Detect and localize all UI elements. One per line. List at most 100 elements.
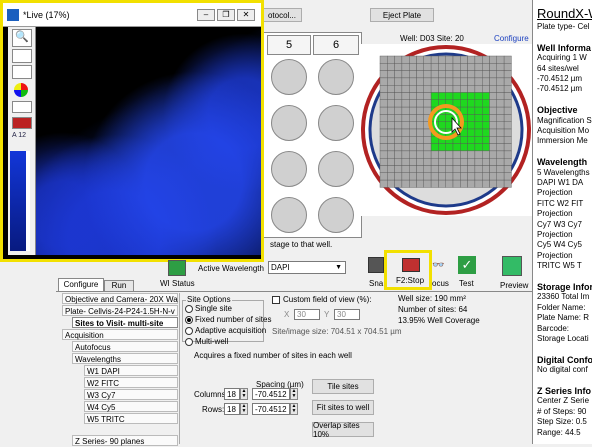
tree-item[interactable]: Plate- Cellvis-24-P24-1.5H-N-v: [62, 305, 178, 316]
site-cell[interactable]: [430, 157, 439, 166]
site-cell[interactable]: [467, 55, 476, 64]
site-cell[interactable]: [394, 150, 403, 159]
site-cell[interactable]: [409, 179, 417, 188]
site-cell[interactable]: [394, 165, 403, 174]
columns-spacing-stepper[interactable]: ▲ ▼: [290, 388, 298, 400]
site-cell[interactable]: [394, 136, 403, 144]
site-cell[interactable]: [452, 179, 461, 188]
site-cell[interactable]: [379, 150, 388, 159]
site-cell[interactable]: [416, 114, 425, 122]
rows-input[interactable]: 18: [224, 403, 240, 415]
site-cell[interactable]: [394, 157, 403, 166]
site-cell[interactable]: [481, 70, 490, 79]
site-cell[interactable]: [409, 55, 417, 64]
eject-plate-button[interactable]: Eject Plate: [370, 8, 434, 22]
adaptive-radio[interactable]: [185, 327, 193, 335]
site-cell[interactable]: [430, 99, 439, 108]
site-cell[interactable]: [423, 179, 432, 188]
site-cell[interactable]: [438, 157, 446, 166]
site-cell[interactable]: [387, 128, 395, 137]
site-cell[interactable]: [496, 55, 505, 64]
overlap-sites-button[interactable]: Overlap sites 10%: [312, 421, 374, 439]
site-cell[interactable]: [423, 55, 432, 64]
site-cell[interactable]: [438, 85, 446, 93]
site-cell[interactable]: [430, 150, 439, 159]
custom-fov-checkbox[interactable]: [272, 296, 280, 304]
tree-item[interactable]: W5 TRITC: [84, 413, 178, 424]
site-cell[interactable]: [423, 99, 432, 108]
site-cell[interactable]: [409, 63, 417, 71]
site-cell[interactable]: [394, 55, 403, 64]
plate-well[interactable]: [271, 59, 307, 95]
site-cell[interactable]: [430, 77, 439, 86]
site-cell[interactable]: [481, 150, 490, 159]
site-cell[interactable]: [460, 77, 468, 86]
site-cell[interactable]: [460, 157, 468, 166]
site-cell[interactable]: [452, 70, 461, 79]
site-cell[interactable]: [438, 63, 446, 71]
site-cell[interactable]: [394, 106, 403, 115]
site-cell[interactable]: [394, 128, 403, 137]
site-cell[interactable]: [503, 172, 512, 181]
tab-run[interactable]: Run: [104, 280, 134, 291]
site-cell[interactable]: [409, 114, 417, 122]
site-cell[interactable]: [474, 85, 483, 93]
site-cell[interactable]: [496, 165, 505, 174]
site-cell[interactable]: [401, 179, 410, 188]
test-checkmark-icon[interactable]: ✓: [458, 256, 476, 274]
site-cell[interactable]: [503, 99, 512, 108]
site-cell[interactable]: [503, 55, 512, 64]
site-cell[interactable]: [416, 172, 425, 181]
site-cell[interactable]: [474, 128, 483, 137]
site-cell[interactable]: [438, 150, 446, 159]
site-cell[interactable]: [387, 143, 395, 152]
well-map[interactable]: [360, 44, 532, 216]
plate-well[interactable]: [271, 151, 307, 187]
preview-icon[interactable]: [502, 256, 522, 276]
site-cell[interactable]: [489, 172, 498, 181]
site-cell[interactable]: [379, 77, 388, 86]
site-cell[interactable]: [401, 143, 410, 152]
site-cell[interactable]: [452, 92, 461, 101]
site-cell[interactable]: [460, 179, 468, 188]
site-cell[interactable]: [416, 92, 425, 101]
site-cell[interactable]: [430, 165, 439, 174]
site-cell[interactable]: [401, 92, 410, 101]
site-cell[interactable]: [496, 172, 505, 181]
site-cell[interactable]: [452, 63, 461, 71]
site-cell[interactable]: [467, 121, 476, 130]
site-cell[interactable]: [445, 63, 454, 71]
site-cell[interactable]: [401, 85, 410, 93]
site-cell[interactable]: [489, 136, 498, 144]
site-cell[interactable]: [460, 92, 468, 101]
site-cell[interactable]: [379, 55, 388, 64]
site-cell[interactable]: [496, 179, 505, 188]
site-cell[interactable]: [416, 179, 425, 188]
site-cell[interactable]: [423, 136, 432, 144]
site-cell[interactable]: [379, 136, 388, 144]
site-cell[interactable]: [489, 165, 498, 174]
site-cell[interactable]: [430, 172, 439, 181]
site-cell[interactable]: [387, 85, 395, 93]
site-cell[interactable]: [474, 157, 483, 166]
site-cell[interactable]: [401, 157, 410, 166]
site-cell[interactable]: [467, 106, 476, 115]
site-cell[interactable]: [467, 165, 476, 174]
site-cell[interactable]: [387, 172, 395, 181]
site-cell[interactable]: [401, 99, 410, 108]
site-cell[interactable]: [481, 85, 490, 93]
site-cell[interactable]: [474, 70, 483, 79]
tile-sites-button[interactable]: Tile sites: [312, 379, 374, 394]
site-cell[interactable]: [423, 63, 432, 71]
site-cell[interactable]: [489, 77, 498, 86]
site-cell[interactable]: [379, 85, 388, 93]
site-cell[interactable]: [445, 165, 454, 174]
site-cell[interactable]: [379, 179, 388, 188]
site-cell[interactable]: [409, 157, 417, 166]
site-cell[interactable]: [467, 136, 476, 144]
site-cell[interactable]: [474, 63, 483, 71]
site-cell[interactable]: [503, 106, 512, 115]
site-cell[interactable]: [503, 157, 512, 166]
site-cell[interactable]: [481, 55, 490, 64]
site-cell[interactable]: [379, 143, 388, 152]
